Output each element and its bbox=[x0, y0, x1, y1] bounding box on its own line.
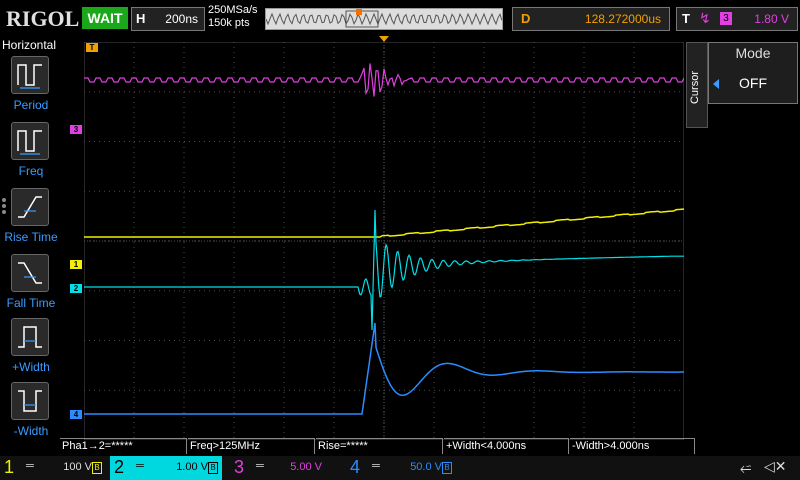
memory-depth: 150k pts bbox=[208, 17, 250, 29]
trigger-time-marker[interactable] bbox=[379, 36, 389, 42]
channel-1-marker[interactable]: 1 bbox=[70, 260, 82, 269]
memory-waveform-preview bbox=[265, 9, 503, 28]
delay-label: D bbox=[521, 11, 531, 26]
bandwidth-limit-icon: B bbox=[92, 462, 102, 474]
run-status-badge[interactable]: WAIT bbox=[82, 7, 128, 29]
channel-4-marker[interactable]: 4 bbox=[70, 410, 82, 419]
dc-coupling-icon: ═ bbox=[256, 460, 264, 472]
bandwidth-limit-icon: B bbox=[442, 462, 452, 474]
channel-number: 2 bbox=[114, 457, 125, 477]
measurement-phase[interactable]: Pha1→2=***** bbox=[60, 438, 187, 454]
dc-coupling-icon: ═ bbox=[26, 460, 34, 472]
menu-item-label: -Width bbox=[13, 424, 49, 438]
trigger-level: 1.80 V bbox=[754, 12, 789, 26]
measurement-negative-width[interactable]: -Width>4.000ns bbox=[570, 438, 695, 454]
timebase-value: 200ns bbox=[165, 12, 198, 26]
channel-scale: 1.00 V bbox=[176, 461, 208, 473]
menu-item-label: Fall Time bbox=[6, 296, 56, 310]
frequency-icon[interactable] bbox=[11, 122, 49, 160]
menu-item-label: +Width bbox=[12, 360, 50, 374]
channel-4-status[interactable]: 4 ═ 50.0 V B bbox=[346, 456, 456, 480]
cursor-tab[interactable]: Cursor bbox=[686, 42, 708, 128]
sample-rate: 250MSa/s bbox=[208, 4, 258, 16]
menu-item-label: Freq bbox=[18, 164, 44, 178]
memory-overview-strip bbox=[265, 8, 503, 30]
menu-page-dots bbox=[2, 196, 6, 216]
measurement-rise[interactable]: Rise=***** bbox=[316, 438, 443, 454]
top-status-bar: RIGOL WAIT H 200ns 250MSa/s 150k pts D 1… bbox=[0, 0, 800, 36]
channel-2-status[interactable]: 2 ═ 1.00 V B bbox=[110, 456, 222, 480]
measurement-positive-width[interactable]: +Width<4.000ns bbox=[444, 438, 569, 454]
cursor-mode-selector[interactable]: Mode OFF bbox=[708, 42, 798, 104]
fall-time-icon[interactable] bbox=[11, 254, 49, 292]
rise-time-icon[interactable] bbox=[11, 188, 49, 226]
waveform-display[interactable] bbox=[84, 42, 684, 440]
trigger-box[interactable]: T ↯ 3 1.80 V bbox=[676, 7, 798, 31]
channel-3-status[interactable]: 3 ═ 5.00 V bbox=[230, 456, 338, 480]
channel-scale: 50.0 V bbox=[410, 461, 442, 473]
trigger-source-badge: 3 bbox=[720, 12, 732, 25]
channel-3-marker[interactable]: 3 bbox=[70, 125, 82, 134]
cursor-tab-label: Cursor bbox=[689, 71, 701, 105]
horizontal-measure-menu: Horizontal Period Freq Rise Time Fall Ti… bbox=[0, 36, 60, 456]
channel-number: 4 bbox=[350, 457, 361, 477]
menu-title: Horizontal bbox=[2, 38, 57, 52]
channel-number: 1 bbox=[4, 457, 15, 477]
speaker-muted-icon[interactable]: ◁✕ bbox=[764, 458, 787, 475]
delay-value: 128.272000us bbox=[584, 12, 661, 26]
dc-coupling-icon: ═ bbox=[136, 460, 144, 472]
horizontal-label: H bbox=[136, 11, 146, 26]
menu-item-label: Period bbox=[13, 98, 49, 112]
measurement-freq[interactable]: Freq>125MHz bbox=[188, 438, 315, 454]
positive-width-icon[interactable] bbox=[11, 318, 49, 356]
negative-width-icon[interactable] bbox=[11, 382, 49, 420]
bandwidth-limit-icon: B bbox=[208, 462, 218, 474]
menu-item-label: Rise Time bbox=[4, 230, 58, 244]
graticule bbox=[84, 42, 684, 440]
dc-coupling-icon: ═ bbox=[372, 460, 380, 472]
channel-number: 3 bbox=[234, 457, 245, 477]
timebase-box[interactable]: H 200ns bbox=[131, 7, 205, 31]
measurement-bar: Pha1→2=***** Freq>125MHz Rise=***** +Wid… bbox=[60, 438, 700, 454]
channel-1-status[interactable]: 1 ═ 100 V B bbox=[0, 456, 106, 480]
period-icon[interactable] bbox=[11, 56, 49, 94]
channel-bar-spacer bbox=[456, 458, 462, 478]
usb-icon: ⭁ bbox=[740, 460, 752, 476]
channel-2-marker[interactable]: 2 bbox=[70, 284, 82, 293]
channel-scale: 5.00 V bbox=[290, 461, 322, 473]
trigger-edge-icon: ↯ bbox=[699, 10, 711, 26]
trigger-level-marker[interactable]: T bbox=[86, 43, 98, 52]
brand-logo: RIGOL bbox=[6, 6, 80, 31]
mode-value: OFF bbox=[739, 75, 767, 91]
trigger-label: T bbox=[682, 11, 690, 26]
mode-title: Mode bbox=[735, 45, 771, 61]
channel-status-bar: 1 ═ 100 V B 2 ═ 1.00 V B 3 ═ 5.00 V 4 ═ … bbox=[0, 456, 800, 480]
channel-scale: 100 V bbox=[63, 461, 92, 473]
delay-box[interactable]: D 128.272000us bbox=[512, 7, 670, 31]
